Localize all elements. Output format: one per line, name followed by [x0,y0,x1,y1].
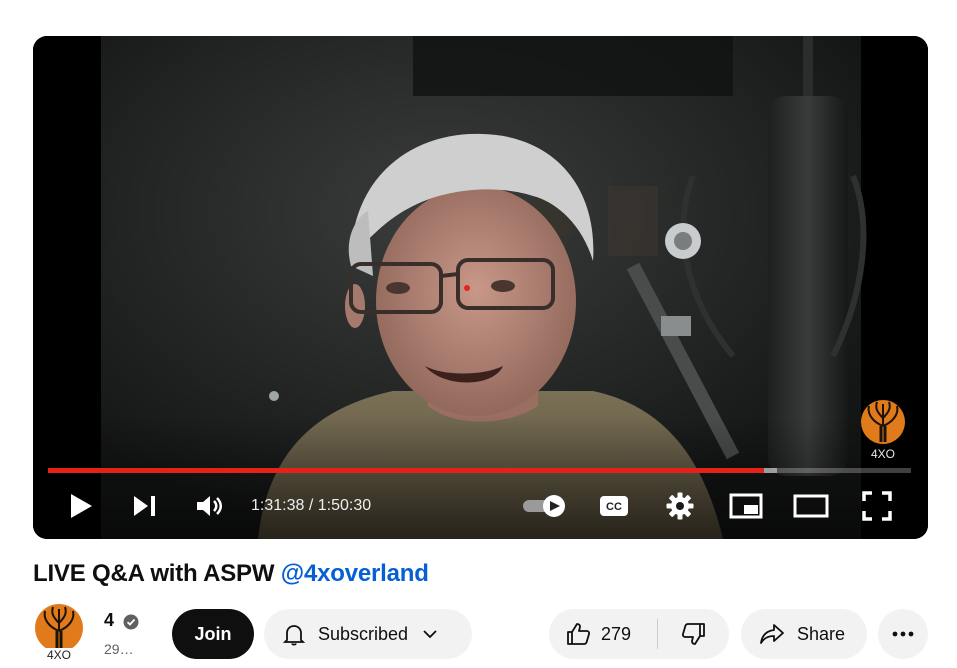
join-label: Join [194,623,232,644]
time-separator: / [304,497,318,514]
settings-button[interactable] [663,483,697,529]
channel-watermark[interactable]: 4XO [857,400,909,461]
subscribed-label: Subscribed [318,623,409,644]
chevron-down-icon [423,630,437,639]
like-button[interactable]: 279 [549,609,657,659]
time-display: 1:31:38 / 1:50:30 [251,483,371,529]
progress-played [48,468,764,473]
current-time: 1:31:38 [251,497,305,514]
thumbs-up-icon [567,623,591,645]
share-arrow-icon [760,624,784,644]
subscriber-count: 29… [104,641,134,657]
volume-icon [197,496,222,516]
fullscreen-icon [862,491,892,521]
theater-mode-icon [793,494,829,518]
video-frame[interactable] [33,36,928,539]
channel-handle-link[interactable]: @4xoverland [281,560,429,587]
avatar-text: 4XO [47,648,71,660]
gear-icon [666,492,694,520]
total-time: 1:50:30 [317,497,372,514]
autoplay-toggle[interactable] [519,483,569,529]
miniplayer-button[interactable] [727,483,765,529]
join-button[interactable]: Join [172,609,254,659]
next-button[interactable] [129,483,161,529]
channel-name[interactable]: 4 [104,610,114,631]
mute-button[interactable] [193,483,227,529]
more-horizontal-icon [892,631,914,637]
channel-avatar[interactable]: 4XO [33,604,85,662]
captions-button[interactable]: CC [597,483,631,529]
video-title-text: LIVE Q&A with ASPW [33,560,275,587]
video-title: LIVE Q&A with ASPW @4xoverland [33,560,429,588]
bell-icon [282,625,306,646]
miniplayer-icon [729,493,763,519]
dislike-button[interactable] [658,609,729,659]
share-button[interactable]: Share [741,609,867,659]
play-icon [71,494,92,518]
share-label: Share [797,623,846,644]
watermark-text: 4XO [871,447,895,460]
autoplay-toggle-icon [523,495,565,517]
fullscreen-button[interactable] [860,483,894,529]
svg-text:CC: CC [606,501,622,513]
subscribed-button[interactable]: Subscribed [264,609,472,659]
theater-mode-button[interactable] [791,483,831,529]
more-actions-button[interactable] [878,609,928,659]
video-player[interactable]: 4XO 1:31:38 / 1:50:30 CC [33,36,928,539]
play-button[interactable] [63,483,99,529]
thumbs-down-icon [681,623,705,645]
progress-bar[interactable] [48,468,911,473]
skip-next-icon [134,496,155,516]
player-controls: 1:31:38 / 1:50:30 CC [33,483,928,529]
like-count: 279 [601,623,632,644]
check-badge-icon [123,614,139,630]
like-dislike-group: 279 [549,609,729,659]
cc-icon: CC [600,496,628,516]
